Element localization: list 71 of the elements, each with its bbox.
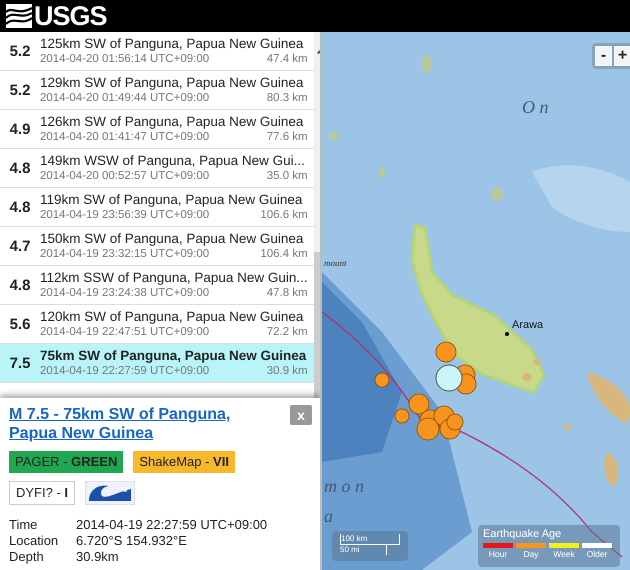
zoom-out-button[interactable]: -	[595, 46, 612, 66]
earthquake-title: 119km SW of Panguna, Papua New Guinea	[40, 192, 304, 208]
legend-label: Week	[552, 548, 576, 560]
magnitude-text: 4.8	[8, 160, 32, 176]
tsunami-wave-icon[interactable]	[85, 481, 136, 505]
zoom-in-button[interactable]: +	[614, 46, 630, 66]
map-label: Arawa	[512, 319, 544, 331]
earthquake-time: 2014-04-19 23:24:38 UTC+09:00	[40, 286, 210, 300]
logo-text[interactable]: USGS	[34, 0, 107, 32]
earthquake-list-item[interactable]: 5.2 129km SW of Panguna, Papua New Guinea 2014-04-20 01:49:44 UTC+09:00 80.3 km	[0, 71, 314, 110]
earthquake-title: 75km SW of Panguna, Papua New Guinea	[40, 348, 308, 364]
detail-label: Depth	[9, 549, 45, 565]
earthquake-list-item[interactable]: 4.8 149km WSW of Panguna, Papua New Gui... 2014-04-20 00:52:57 UTC+09:00 35.0 km	[0, 149, 314, 188]
earthquake-list-item[interactable]: 4.8 119km SW of Panguna, Papua New Guinea 2014-04-19 23:56:39 UTC+09:00 106.6 km	[0, 188, 314, 227]
scale-label: 100 km	[340, 534, 400, 545]
magnitude-text: 5.6	[8, 316, 32, 332]
magnitude-text: 4.7	[8, 238, 32, 254]
event-title-link[interactable]: M 7.5 - 75km SW of Panguna, Papua New Guinea	[9, 405, 239, 443]
earthquake-list-item[interactable]: 7.5 75km SW of Panguna, Papua New Guinea 2014-04-19 22:27:59 UTC+09:00 30.9 km	[0, 344, 314, 383]
magnitude-text: 7.5	[8, 354, 32, 372]
detail-value: 6.720°S 154.932°E	[76, 533, 188, 549]
earthquake-depth: 35.0 km	[266, 169, 308, 183]
earthquake-title: 125km SW of Panguna, Papua New Guinea	[40, 36, 304, 52]
earthquake-title: 150km SW of Panguna, Papua New Guinea	[40, 231, 304, 247]
magnitude-text: 5.2	[8, 82, 32, 98]
earthquake-time: 2014-04-20 00:52:57 UTC+09:00	[40, 169, 210, 183]
map-label: mount	[324, 258, 346, 268]
earthquake-time: 2014-04-19 22:27:59 UTC+09:00	[40, 364, 210, 378]
detail-label: Time	[9, 517, 38, 533]
magnitude-text: 5.2	[8, 42, 32, 60]
earthquake-title: 120km SW of Panguna, Papua New Guinea	[40, 309, 304, 325]
earthquake-depth: 30.9 km	[266, 364, 308, 378]
detail-label: Location	[9, 533, 60, 549]
earthquake-title: 149km WSW of Panguna, Papua New Gui...	[40, 153, 306, 169]
legend-label: Day	[522, 548, 540, 560]
scale-label: 50 mi	[340, 545, 387, 555]
dyfi-badge[interactable]: DYFI? - I	[9, 481, 76, 505]
earthquake-time: 2014-04-19 22:47:51 UTC+09:00	[40, 325, 210, 339]
earthquake-time: 2014-04-20 01:56:14 UTC+09:00	[40, 52, 210, 66]
map-label: a	[324, 506, 333, 526]
shakemap-badge[interactable]: ShakeMap - VII	[133, 451, 235, 473]
earthquake-list-item[interactable]: 4.7 150km SW of Panguna, Papua New Guinea 2014-04-19 23:32:15 UTC+09:00 106.4 km	[0, 227, 314, 266]
earthquake-depth: 106.4 km	[260, 247, 308, 261]
map-label: O n	[522, 97, 548, 117]
magnitude-text: 4.9	[8, 120, 32, 138]
earthquake-depth: 80.3 km	[266, 91, 308, 105]
earthquake-list-item[interactable]: 4.9 126km SW of Panguna, Papua New Guinea 2014-04-20 01:41:47 UTC+09:00 77.6 km	[0, 110, 314, 149]
earthquake-depth: 106.6 km	[260, 208, 308, 222]
detail-value: 2014-04-19 22:27:59 UTC+09:00	[76, 517, 268, 533]
detail-value: 30.9km	[76, 549, 120, 565]
earthquake-depth: 47.8 km	[266, 286, 308, 300]
earthquake-list-item[interactable]: 4.8 112km SSW of Panguna, Papua New Guin... 2014-04-19 23:24:38 UTC+09:00 47.8 km	[0, 266, 314, 305]
legend-title: Earthquake Age	[483, 528, 562, 541]
map-label: m o n	[324, 476, 364, 496]
legend-label: Hour	[488, 548, 508, 560]
magnitude-text: 4.8	[8, 276, 32, 294]
logo-waves-icon	[6, 4, 32, 28]
earthquake-title: 129km SW of Panguna, Papua New Guinea	[40, 75, 304, 91]
earthquake-time: 2014-04-19 23:32:15 UTC+09:00	[40, 247, 210, 261]
legend-label: Older	[586, 548, 608, 560]
pager-badge[interactable]: PAGER - GREEN	[9, 451, 124, 473]
magnitude-text: 4.8	[8, 198, 32, 216]
earthquake-depth: 77.6 km	[266, 130, 308, 144]
earthquake-title: 112km SSW of Panguna, Papua New Guin...	[40, 270, 308, 286]
earthquake-list-item[interactable]: 5.2 125km SW of Panguna, Papua New Guinea 2014-04-20 01:56:14 UTC+09:00 47.4 km	[0, 32, 314, 71]
earthquake-time: 2014-04-20 01:41:47 UTC+09:00	[40, 130, 210, 144]
earthquake-time: 2014-04-20 01:49:44 UTC+09:00	[40, 91, 210, 105]
earthquake-depth: 72.2 km	[266, 325, 308, 339]
earthquake-time: 2014-04-19 23:56:39 UTC+09:00	[40, 208, 210, 222]
earthquake-title: 126km SW of Panguna, Papua New Guinea	[40, 114, 304, 130]
earthquake-depth: 47.4 km	[266, 52, 308, 66]
